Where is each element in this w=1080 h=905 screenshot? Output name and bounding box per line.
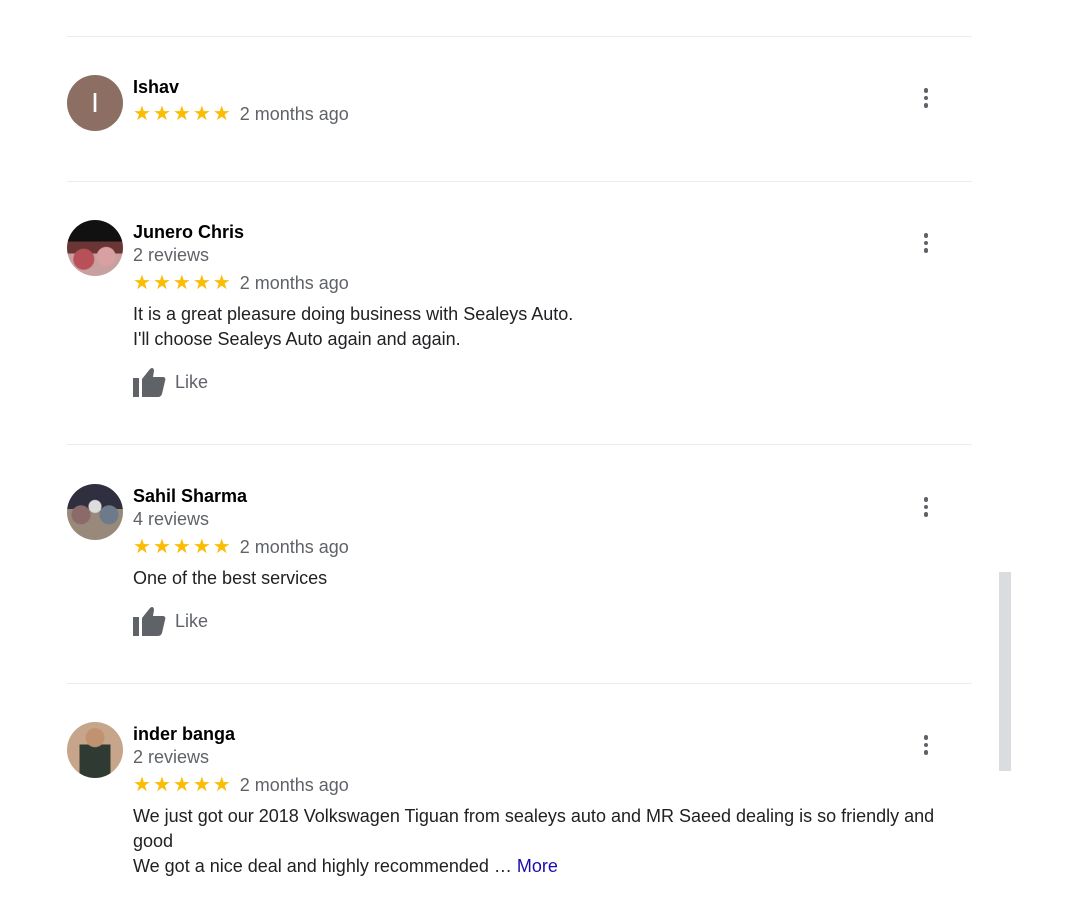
review-text: We just got our 2018 Volkswagen Tiguan f… (133, 804, 953, 879)
thumbs-up-icon (133, 367, 166, 397)
star-icon: ★ (192, 536, 211, 558)
review-text-line: We got a nice deal and highly recommende… (133, 854, 953, 879)
like-label: Like (175, 610, 209, 631)
review-count: 2 reviews (133, 245, 210, 265)
like-label: Like (175, 371, 209, 392)
review-body: Ishav ★ ★ ★ ★ ★ 2 months ago (133, 75, 953, 128)
star-icon: ★ (172, 774, 191, 796)
star-icon: ★ (212, 536, 231, 558)
review-text-line: We just got our 2018 Volkswagen Tiguan f… (133, 806, 935, 851)
more-options-icon[interactable] (914, 729, 938, 761)
like-button[interactable]: Like (133, 364, 953, 400)
scrollbar-thumb[interactable] (999, 572, 1011, 771)
divider (67, 181, 972, 182)
review-time: 2 months ago (239, 103, 349, 124)
rating-row: ★ ★ ★ ★ ★ 2 months ago (133, 533, 953, 561)
review-text-fragment: We got a nice deal and highly recommende… (133, 856, 512, 876)
review-body: inder banga 2 reviews ★ ★ ★ ★ ★ 2 months… (133, 722, 953, 879)
star-icon: ★ (152, 103, 171, 125)
review-text-line: One of the best services (133, 568, 328, 588)
like-button[interactable]: Like (133, 603, 953, 639)
review-text-line: It is a great pleasure doing business wi… (133, 304, 574, 324)
avatar-letter: I (91, 87, 99, 118)
star-icon: ★ (192, 272, 211, 294)
reviewer-name[interactable]: Junero Chris (133, 221, 953, 243)
star-rating: ★ ★ ★ ★ ★ (133, 273, 231, 293)
review-text: It is a great pleasure doing business wi… (133, 302, 953, 352)
more-options-icon[interactable] (914, 82, 938, 114)
divider (67, 444, 972, 445)
rating-row: ★ ★ ★ ★ ★ 2 months ago (133, 269, 953, 297)
review-text-line: I'll choose Sealeys Auto again and again… (133, 329, 461, 349)
review-count: 2 reviews (133, 747, 210, 767)
star-icon: ★ (172, 103, 191, 125)
divider (67, 36, 972, 37)
star-icon: ★ (172, 536, 191, 558)
rating-row: ★ ★ ★ ★ ★ 2 months ago (133, 100, 953, 128)
review-text: One of the best services (133, 566, 953, 591)
star-icon: ★ (212, 103, 231, 125)
star-rating: ★ ★ ★ ★ ★ (133, 537, 231, 557)
divider (67, 683, 972, 684)
star-icon: ★ (172, 272, 191, 294)
star-icon: ★ (152, 272, 171, 294)
reviewer-name[interactable]: Sahil Sharma (133, 485, 953, 507)
star-icon: ★ (133, 774, 151, 796)
reviewer-name[interactable]: inder banga (133, 723, 953, 745)
review-time: 2 months ago (239, 536, 349, 557)
review-body: Junero Chris 2 reviews ★ ★ ★ ★ ★ 2 month… (133, 220, 953, 400)
star-icon: ★ (192, 103, 211, 125)
star-icon: ★ (212, 272, 231, 294)
avatar[interactable] (67, 722, 123, 778)
star-icon: ★ (192, 774, 211, 796)
star-icon: ★ (212, 774, 231, 796)
star-icon: ★ (133, 536, 151, 558)
reviewer-name[interactable]: Ishav (133, 76, 953, 98)
avatar[interactable]: I (67, 75, 123, 131)
star-icon: ★ (133, 103, 151, 125)
review-body: Sahil Sharma 4 reviews ★ ★ ★ ★ ★ 2 month… (133, 484, 953, 639)
star-icon: ★ (152, 536, 171, 558)
star-icon: ★ (152, 774, 171, 796)
more-options-icon[interactable] (914, 491, 938, 523)
review-time: 2 months ago (239, 272, 349, 293)
thumbs-up-icon (133, 606, 166, 636)
review-count: 4 reviews (133, 509, 210, 529)
more-options-icon[interactable] (914, 227, 938, 259)
more-link[interactable]: More (517, 856, 558, 876)
reviews-page: I Ishav ★ ★ ★ ★ ★ 2 months ago Junero Ch… (0, 0, 1080, 905)
avatar[interactable] (67, 220, 123, 276)
review-time: 2 months ago (239, 774, 349, 795)
rating-row: ★ ★ ★ ★ ★ 2 months ago (133, 771, 953, 799)
star-rating: ★ ★ ★ ★ ★ (133, 775, 231, 795)
star-icon: ★ (133, 272, 151, 294)
star-rating: ★ ★ ★ ★ ★ (133, 104, 231, 124)
avatar[interactable] (67, 484, 123, 540)
